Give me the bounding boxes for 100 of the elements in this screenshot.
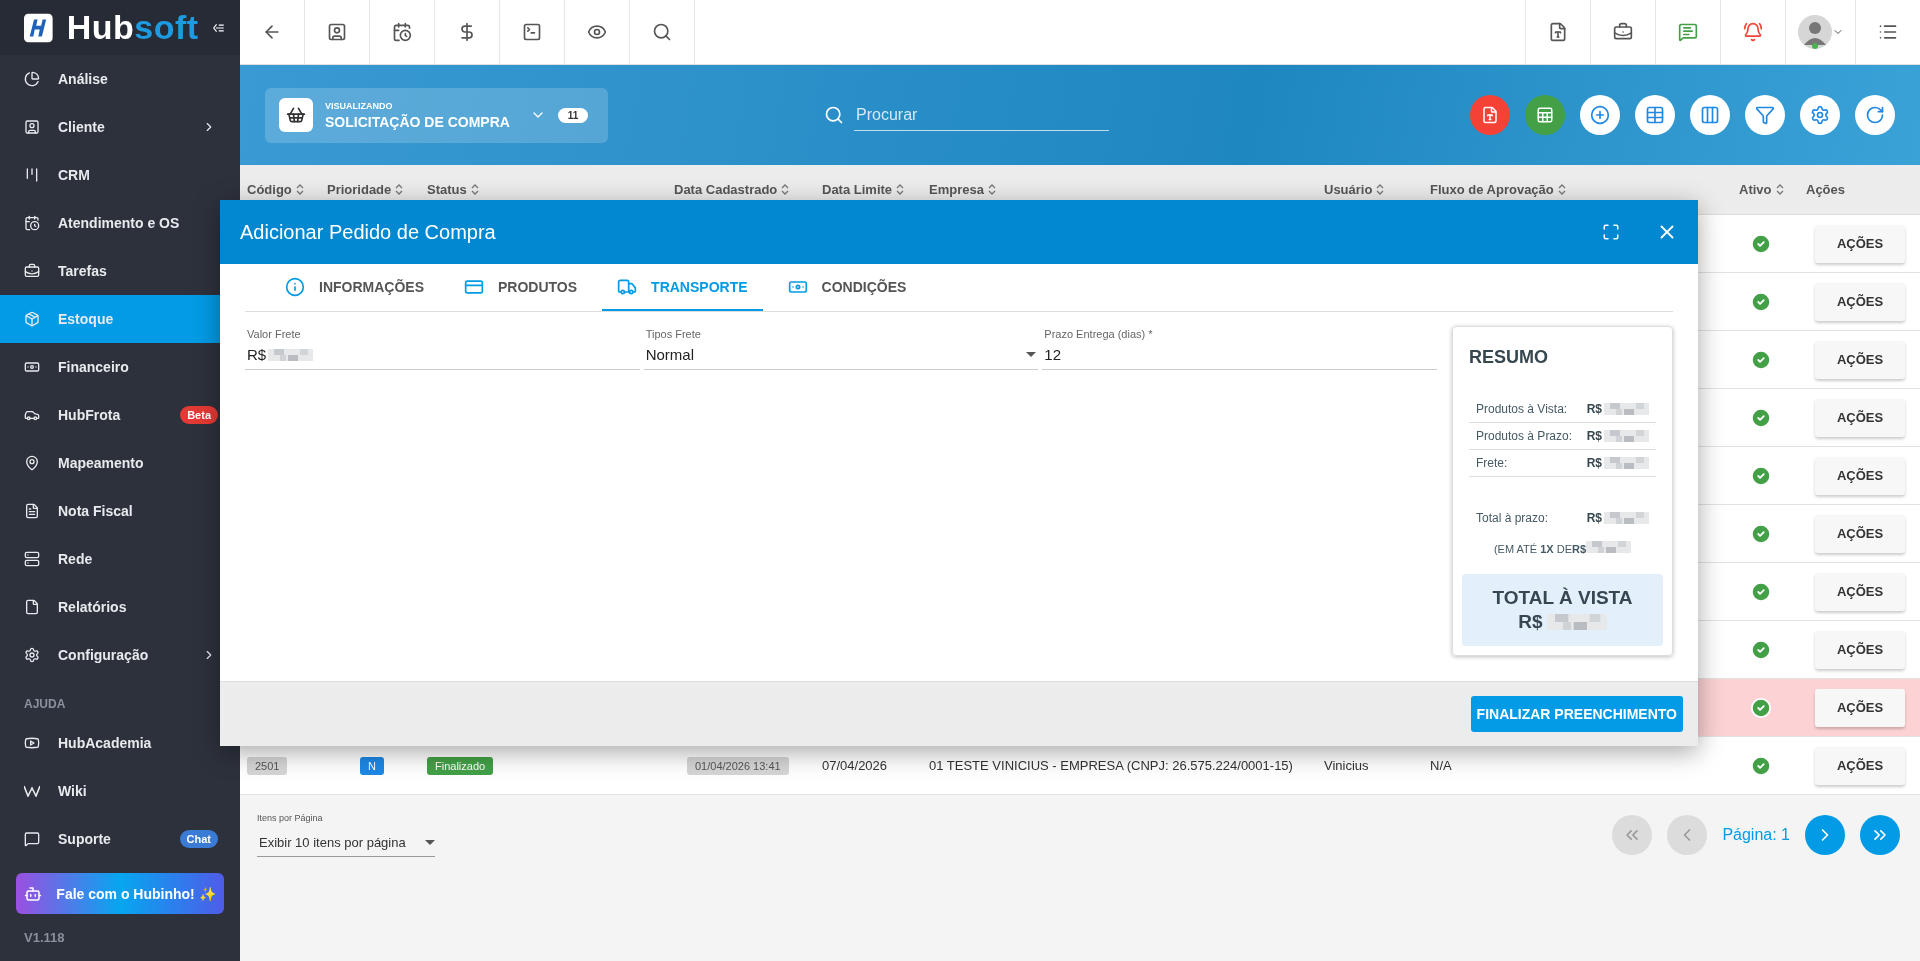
calendar-clock-icon bbox=[24, 215, 40, 232]
summary-label: Frete: bbox=[1476, 456, 1508, 470]
blurred-value bbox=[1604, 457, 1649, 469]
board-icon bbox=[24, 167, 40, 184]
sidebar-item[interactable]: Configuração bbox=[0, 631, 240, 680]
sidebar-item[interactable]: Nota Fiscal bbox=[0, 487, 240, 536]
calendar-clock-icon bbox=[392, 22, 412, 42]
column-header[interactable]: Usuário bbox=[1317, 182, 1423, 197]
summary-label: Produtos à Prazo: bbox=[1476, 429, 1573, 443]
settings-icon bbox=[1810, 105, 1830, 125]
blurred-value bbox=[1604, 403, 1649, 415]
tab[interactable]: CONDIÇÕES bbox=[772, 264, 922, 311]
excel-button[interactable] bbox=[1525, 95, 1565, 135]
sidebar-item[interactable]: Análise bbox=[0, 55, 240, 104]
refresh-icon bbox=[1865, 105, 1885, 125]
spreadsheet-icon bbox=[1536, 106, 1554, 124]
summary-label: Total à prazo: bbox=[1476, 511, 1549, 525]
page-label: Página: 1 bbox=[1722, 826, 1790, 844]
actions-button[interactable]: AÇÕES bbox=[1815, 282, 1905, 321]
actions-button[interactable]: AÇÕES bbox=[1815, 688, 1905, 727]
sidebar-item[interactable]: Rede bbox=[0, 535, 240, 584]
tab[interactable]: PRODUTOS bbox=[449, 264, 593, 311]
map-pin-icon bbox=[24, 455, 40, 472]
input-field[interactable]: Prazo Entrega (dias) * 12 bbox=[1042, 326, 1437, 370]
search-icon bbox=[652, 22, 672, 42]
eye-icon bbox=[587, 22, 607, 42]
briefcase-icon bbox=[1613, 22, 1633, 42]
sidebar-item[interactable]: HubFrota Beta bbox=[0, 391, 240, 440]
actions-button[interactable]: AÇÕES bbox=[1815, 514, 1905, 553]
version-label: V1.118 bbox=[23, 929, 66, 947]
date-tag: 01/04/2026 13:41 bbox=[687, 756, 789, 775]
contact-card-icon bbox=[327, 22, 347, 42]
status-tag: Finalizado bbox=[427, 756, 494, 775]
sidebar-item[interactable]: CRM bbox=[0, 151, 240, 200]
column-header[interactable]: Ativo bbox=[1732, 182, 1799, 197]
actions-button[interactable]: AÇÕES bbox=[1815, 224, 1905, 263]
actions-button[interactable]: AÇÕES bbox=[1815, 630, 1905, 669]
actions-button[interactable]: AÇÕES bbox=[1815, 398, 1905, 437]
columns-button[interactable] bbox=[1690, 95, 1730, 135]
settings-button[interactable] bbox=[1800, 95, 1840, 135]
fullscreen-icon[interactable] bbox=[1602, 223, 1620, 241]
info-icon bbox=[285, 276, 305, 297]
column-header[interactable]: Data Cadastrado bbox=[667, 182, 815, 197]
sidebar-item[interactable]: Atendimento e OS bbox=[0, 199, 240, 248]
select-field[interactable]: Tipos Frete Normal bbox=[643, 326, 1039, 370]
sidebar-item[interactable]: Suporte Chat bbox=[0, 815, 240, 864]
columns-icon bbox=[1700, 105, 1720, 125]
sidebar-item[interactable]: Tarefas bbox=[0, 247, 240, 296]
installments-text: (EM ATÉ 1X DER$ bbox=[1493, 543, 1587, 555]
actions-button[interactable]: AÇÕES bbox=[1815, 456, 1905, 495]
currency-label: R$ bbox=[1586, 456, 1602, 470]
menu-icon bbox=[1878, 22, 1898, 42]
basket-icon bbox=[279, 98, 313, 132]
sidebar-item[interactable]: Wiki bbox=[0, 767, 240, 816]
actions-button[interactable]: AÇÕES bbox=[1815, 572, 1905, 611]
input-field[interactable]: Valor Frete R$ bbox=[245, 326, 640, 370]
sidebar-item[interactable]: Relatórios bbox=[0, 583, 240, 632]
pdf-button[interactable] bbox=[1470, 95, 1510, 135]
search-field[interactable]: Procurar bbox=[854, 99, 1109, 131]
table-cell-text: 01 TESTE VINICIUS - EMPRESA (CNPJ: 26.575.224/0001-15) bbox=[928, 758, 1294, 773]
table-button[interactable] bbox=[1635, 95, 1675, 135]
column-header[interactable]: Fluxo de Aprovação bbox=[1423, 182, 1732, 197]
file-icon bbox=[24, 599, 40, 616]
briefcase-icon bbox=[24, 263, 40, 280]
sidebar-item[interactable]: HubAcademia bbox=[0, 719, 240, 768]
column-header[interactable]: Data Limite bbox=[815, 182, 922, 197]
settings-icon bbox=[24, 647, 40, 664]
column-header[interactable]: Status bbox=[420, 182, 667, 197]
server-icon bbox=[24, 551, 40, 568]
search-icon bbox=[824, 105, 844, 125]
currency-label: R$ bbox=[1586, 402, 1602, 416]
column-header[interactable]: Empresa bbox=[922, 182, 1317, 197]
next-page-button[interactable] bbox=[1805, 815, 1845, 855]
total-title: TOTAL À VISTA bbox=[1492, 587, 1633, 609]
sidebar-item[interactable]: Financeiro bbox=[0, 343, 240, 392]
table-cell-text: N/A bbox=[1429, 758, 1453, 773]
add-button[interactable] bbox=[1580, 95, 1620, 135]
last-page-button[interactable] bbox=[1860, 815, 1900, 855]
actions-button[interactable]: AÇÕES bbox=[1815, 746, 1905, 785]
summary-label: Produtos à Vista: bbox=[1476, 402, 1568, 416]
dropdown-icon bbox=[1026, 352, 1037, 357]
sidebar-item[interactable]: Mapeamento bbox=[0, 439, 240, 488]
filter-icon bbox=[1755, 105, 1775, 125]
column-header[interactable]: Prioridade bbox=[320, 182, 420, 197]
filter-button[interactable] bbox=[1745, 95, 1785, 135]
column-header[interactable]: Código bbox=[240, 182, 320, 197]
view-title: SOLICITAÇÃO DE COMPRA bbox=[325, 113, 510, 130]
bell-icon bbox=[1743, 22, 1763, 42]
tab[interactable]: INFORMAÇÕES bbox=[270, 264, 439, 311]
currency-label: R$ bbox=[1586, 511, 1602, 525]
blurred-value bbox=[268, 348, 314, 361]
actions-button[interactable]: AÇÕES bbox=[1815, 340, 1905, 379]
plus-icon bbox=[1590, 105, 1610, 125]
avatar-icon bbox=[1797, 15, 1832, 49]
sidebar-item[interactable]: Cliente bbox=[0, 103, 240, 152]
refresh-button[interactable] bbox=[1855, 95, 1895, 135]
view-selector[interactable]: VISUALIZANDO SOLICITAÇÃO DE COMPRA 11 bbox=[265, 87, 608, 143]
view-caption: VISUALIZANDO bbox=[325, 100, 394, 111]
page-size-select[interactable]: Exibir 10 itens por página bbox=[257, 829, 435, 857]
chat-icon bbox=[24, 831, 40, 848]
